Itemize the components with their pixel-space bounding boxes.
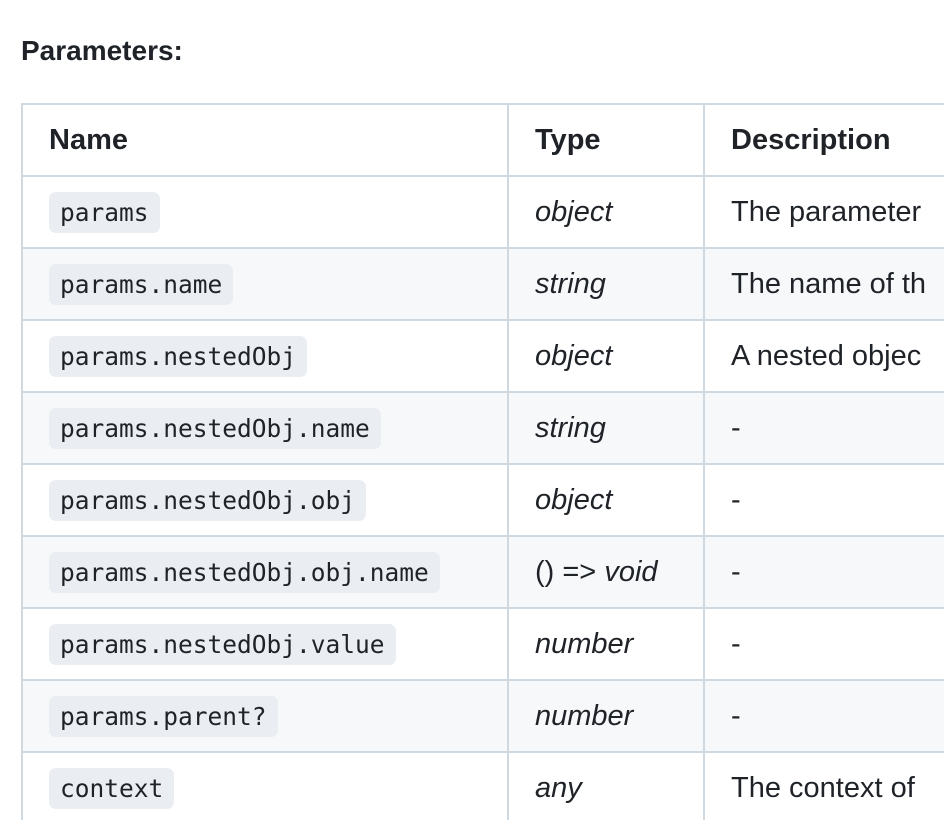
table-row: params.nestedObj.obj.name () => void - (21, 535, 944, 609)
param-type: any (507, 751, 705, 820)
table-row: params object The parameter (21, 175, 944, 249)
param-name: params.nestedObj (49, 335, 308, 377)
param-name-cell: params.nestedObj.obj.name (21, 535, 509, 609)
table-row: params.parent? number - (21, 679, 944, 753)
column-header-name: Name (21, 103, 509, 177)
param-description: - (703, 535, 944, 609)
param-description: The parameter (703, 175, 944, 249)
param-type-prefix: () => (535, 555, 605, 588)
param-description: - (703, 607, 944, 681)
param-type: string (507, 247, 705, 321)
param-name-cell: params.nestedObj.value (21, 607, 509, 681)
table-row: params.nestedObj.value number - (21, 607, 944, 681)
column-header-type: Type (507, 103, 705, 177)
table-row: params.nestedObj object A nested objec (21, 319, 944, 393)
param-name: params (49, 191, 160, 233)
parameters-table-container: Name Type Description params object The … (21, 103, 944, 820)
param-description: The name of th (703, 247, 944, 321)
param-name: params.nestedObj.value (49, 623, 396, 665)
param-type: object (507, 463, 705, 537)
param-type: string (507, 391, 705, 465)
parameters-table: Name Type Description params object The … (21, 103, 944, 820)
section-heading: Parameters: (21, 35, 183, 66)
param-type: object (507, 175, 705, 249)
param-type: number (507, 679, 705, 753)
param-name: params.nestedObj.obj.name (49, 551, 440, 593)
param-name-cell: params (21, 175, 509, 249)
param-name: params.nestedObj.obj (49, 479, 367, 521)
table-header-row: Name Type Description (21, 103, 944, 177)
table-row: params.nestedObj.name string - (21, 391, 944, 465)
param-name-cell: params.nestedObj (21, 319, 509, 393)
param-name-cell: context (21, 751, 509, 820)
param-name-cell: params.nestedObj.obj (21, 463, 509, 537)
param-description: The context of (703, 751, 944, 820)
param-description: A nested objec (703, 319, 944, 393)
param-description: - (703, 391, 944, 465)
table-body: params object The parameter params.name … (21, 175, 944, 820)
param-type-cell: () => void (507, 535, 705, 609)
param-name-cell: params.parent? (21, 679, 509, 753)
param-name-cell: params.name (21, 247, 509, 321)
param-name: params.nestedObj.name (49, 407, 381, 449)
column-header-description: Description (703, 103, 944, 177)
param-name: context (49, 767, 175, 809)
param-type: object (507, 319, 705, 393)
param-description: - (703, 463, 944, 537)
param-type: number (507, 607, 705, 681)
table-row: params.nestedObj.obj object - (21, 463, 944, 537)
param-name: params.parent? (49, 695, 278, 737)
param-name: params.name (49, 263, 234, 305)
table-header: Name Type Description (21, 103, 944, 177)
param-type: void (604, 555, 658, 588)
param-description: - (703, 679, 944, 753)
table-row: params.name string The name of th (21, 247, 944, 321)
table-row: context any The context of (21, 751, 944, 820)
param-name-cell: params.nestedObj.name (21, 391, 509, 465)
